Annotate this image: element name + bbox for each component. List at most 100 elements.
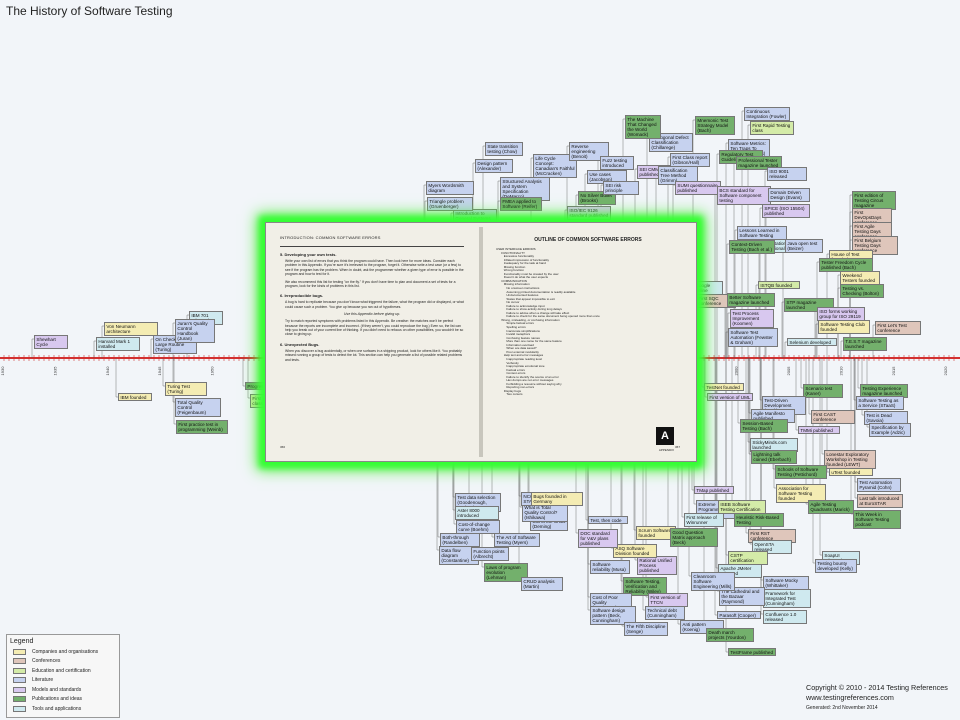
timeline-event-node[interactable]: Mnemonic Test Strategy Model (Bach): [695, 116, 735, 135]
timeline-event-node[interactable]: First edition of Testing Circus magazine: [852, 191, 896, 210]
timeline-event-node[interactable]: Aster 8000 introduced: [455, 506, 499, 520]
timeline-event-node[interactable]: Lessons Learned in Software Testing: [737, 226, 787, 240]
history-diagram: The History of Software Testing 1930 1935…: [0, 0, 960, 720]
timeline-event-node[interactable]: DOC standard for V&V plans published: [578, 529, 618, 548]
timeline-event-node[interactable]: Heuristic Risk-Based Testing: [734, 513, 784, 527]
timeline-event-node[interactable]: Function points (Albrecht): [471, 547, 509, 561]
timeline-event-node[interactable]: The Art of Software Testing (Myers): [494, 533, 540, 547]
timeline-event-node[interactable]: First practice test in programming (Wein…: [176, 420, 228, 434]
timeline-event-node[interactable]: Both-through (Randelben): [440, 533, 480, 547]
timeline-event-node[interactable]: TMap published: [694, 486, 734, 495]
timeline-event-node[interactable]: Turing Test (Turing): [165, 382, 207, 396]
timeline-event-node[interactable]: Software Mocky (Whittaker): [763, 576, 809, 590]
timeline-event-node[interactable]: Agile Testing Quadrants (Marick): [808, 500, 854, 514]
timeline-event-node[interactable]: CRUD analysis (Martin): [521, 577, 563, 591]
timeline-event-node[interactable]: Lonestar Exploratory Workshop in Testing…: [824, 450, 876, 469]
timeline-event-node[interactable]: Bugs founded in Germany: [531, 492, 583, 506]
timeline-event-node[interactable]: Cleanroom Software Engineering (Mills): [691, 572, 735, 591]
timeline-event-node[interactable]: First version of TTCN: [648, 593, 688, 607]
timeline-event-node[interactable]: uTest founded: [829, 468, 873, 477]
timeline-event-node[interactable]: Schools of Software Testing (Pettichord): [775, 465, 827, 479]
right-page-title: OUTLINE OF COMMON SOFTWARE ERRORS: [534, 237, 642, 243]
timeline-event-node[interactable]: Tester Freedom Cycle published (Bach): [819, 258, 873, 272]
timeline-event-node[interactable]: What is Total Quality Control? (Ishikawa…: [522, 503, 568, 522]
timeline-event-node[interactable]: TestFrame published: [728, 648, 776, 657]
timeline-event-node[interactable]: Juran's Quality Control Handbook (Juran): [175, 319, 215, 343]
generated-date: Generated: 2nd November 2014: [806, 705, 878, 711]
timeline-event-node[interactable]: Software reliability (Musa): [590, 560, 630, 574]
timeline-event-node[interactable]: Lightning talk coined (Eberbach): [751, 450, 797, 464]
timeline-event-node[interactable]: State transition testing (Chow): [485, 142, 523, 156]
timeline-event-node[interactable]: ISO/IEC 9126 standard published: [567, 206, 611, 220]
timeline-event-node[interactable]: SUMI questionnaire published: [675, 181, 721, 195]
timeline-event-node[interactable]: ISTQB founded: [758, 281, 800, 290]
book-overlay-image[interactable]: INTRODUCTION: COMMON SOFTWARE ERRORS 5. …: [265, 222, 697, 462]
timeline-event-node[interactable]: Framework for Integrated Test (Cunningha…: [763, 589, 811, 608]
timeline-event-node[interactable]: ISO 9001 released: [767, 167, 807, 181]
timeline-event-node[interactable]: Session-Based Testing (Bach): [740, 419, 788, 433]
legend-label: Companies and organisations: [32, 648, 99, 655]
timeline-event-node[interactable]: SEI risk principle: [603, 181, 639, 195]
timeline-event-node[interactable]: Triangle problem (Gruenberger): [427, 197, 473, 211]
timeline-event-node[interactable]: Weekend Testers founded: [840, 271, 880, 285]
timeline-event-node[interactable]: Harvard Mark 1 installed: [96, 337, 140, 351]
timeline-event-node[interactable]: Progress: [245, 382, 265, 391]
timeline-event-node[interactable]: Testing bounty developed (Kelly): [815, 559, 857, 573]
timeline-event-node[interactable]: Selenium developed: [787, 338, 837, 347]
left-step-1-text: Write your own list of errors that you t…: [285, 259, 464, 277]
timeline-event-node[interactable]: The Fifth Discipline (Senge): [624, 622, 668, 636]
timeline-event-node[interactable]: Scenario test (Kaner): [803, 384, 843, 398]
timeline-event-node[interactable]: Domain Driven Design (Evans): [768, 188, 810, 202]
timeline-event-node[interactable]: TestNet founded: [704, 383, 744, 392]
timeline-event-node[interactable]: Context-Driven Testing (Bach et al.): [729, 240, 775, 254]
timeline-event-node[interactable]: Better Software magazine launched: [727, 293, 775, 307]
timeline-event-node[interactable]: ASQ Software Division founded: [613, 544, 657, 558]
timeline-event-node[interactable]: Continuous Integration (Fowler): [744, 107, 790, 121]
timeline-event-node[interactable]: Test Automation Pyramid (Cohn): [857, 478, 901, 492]
legend-swatch: [13, 658, 26, 665]
timeline-event-node[interactable]: TMMi published: [798, 426, 840, 435]
timeline-event-node[interactable]: Java open test (Beizer): [785, 239, 823, 253]
timeline-event-node[interactable]: Specification by Example (Adzic): [869, 423, 911, 437]
timeline-event-node[interactable]: Software Testing as a Service (STaaS): [856, 396, 904, 410]
timeline-event-node[interactable]: The Machine That Changed the World (Woma…: [625, 115, 661, 139]
timeline-event-node[interactable]: SPICE (ISO 15504) published: [762, 204, 810, 218]
timeline-event-node[interactable]: Fuzz testing introduced: [600, 156, 634, 170]
timeline-event-node[interactable]: Von Neumann architecture: [104, 322, 158, 336]
timeline-event-node[interactable]: Test Process Improvement (Koomen): [730, 309, 774, 328]
timeline-event-node[interactable]: Design pattern (Alexander): [475, 159, 513, 173]
website-link[interactable]: www.testingreferences.com: [806, 693, 948, 703]
timeline-event-node[interactable]: Last talk introduced at EuroSTAR: [857, 494, 903, 508]
timeline-event-node[interactable]: BCS standard for Software component test…: [717, 186, 771, 205]
timeline-event-node[interactable]: Parasoft (Cooper): [717, 611, 761, 620]
timeline-event-node[interactable]: Introduction to General Systems: [453, 209, 497, 223]
timeline-event-node[interactable]: Confluence 1.0 released: [763, 610, 807, 624]
timeline-event-node[interactable]: Technical debt (Cunningham): [645, 606, 685, 620]
timeline-event-node[interactable]: Total Quality Control (Feigenbaum): [175, 398, 221, 417]
timeline-event-node[interactable]: Software Test Automation (Fewster & Grah…: [728, 328, 778, 347]
timeline-event-node[interactable]: IBM founded: [118, 393, 152, 402]
timeline-event-node[interactable]: FMEA applied to Software (Reifer): [500, 197, 542, 211]
timeline-event-node[interactable]: Rational Unified Process published: [637, 556, 677, 575]
timeline-event-node[interactable]: First release of Winrunner: [684, 513, 724, 527]
timeline-event-node[interactable]: This Week in Software Testing podcast: [853, 510, 901, 529]
timeline-event-node[interactable]: Software Testing Club founded: [818, 320, 870, 334]
timeline-event-node[interactable]: CSTP certification: [728, 551, 768, 565]
timeline-event-node[interactable]: Good Question Matrix approach (Beck): [670, 528, 718, 547]
timeline-event-node[interactable]: Testing vs. Checking (Bolton): [840, 284, 884, 298]
timeline-event-node[interactable]: ISO forms working group for ISO 29119: [817, 307, 865, 321]
timeline-event-node[interactable]: Death march projects (Yourdon): [706, 628, 754, 642]
timeline-event-node[interactable]: Myers Wordsmith diagram: [426, 181, 474, 195]
timeline-event-node[interactable]: Test, then code: [588, 516, 628, 525]
timeline-event-node[interactable]: Cost-of-change curve (Boehm): [456, 520, 500, 534]
timeline-event-node[interactable]: T.E.S.T magazine launched: [843, 337, 887, 351]
timeline-event-node[interactable]: Google online: [693, 281, 723, 295]
timeline-event-node[interactable]: First CAST conference: [811, 410, 855, 424]
timeline-event-node[interactable]: Shewhart Cycle: [34, 335, 68, 349]
timeline-event-node[interactable]: First Class report (Gibson/Hall): [670, 153, 710, 167]
timeline-event-node[interactable]: ISEB Software Testing Certification: [718, 500, 766, 514]
left-step-1-heading: 5. Developing your own tests.: [280, 252, 337, 257]
timeline-event-node[interactable]: First version of UML: [707, 393, 753, 402]
timeline-event-node[interactable]: First Rapid Testing class: [750, 121, 794, 135]
timeline-event-node[interactable]: First Let's Test conference: [875, 321, 921, 335]
